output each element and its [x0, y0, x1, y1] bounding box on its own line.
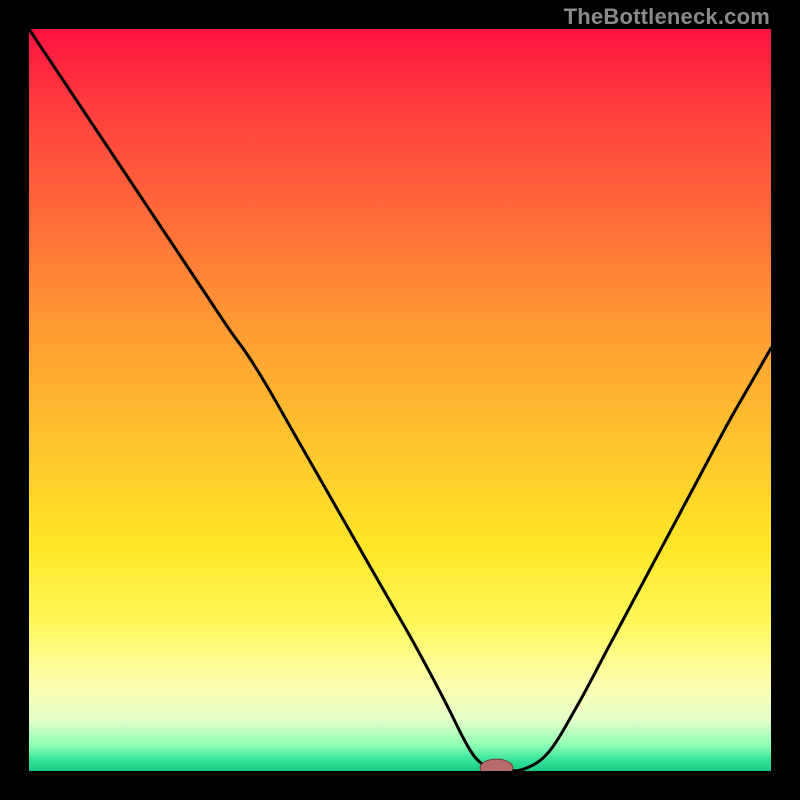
gradient-background [29, 29, 771, 771]
watermark-text: TheBottleneck.com [564, 4, 770, 30]
chart-frame: TheBottleneck.com [0, 0, 800, 800]
chart-svg [29, 29, 771, 771]
chart-plot-area [29, 29, 771, 771]
